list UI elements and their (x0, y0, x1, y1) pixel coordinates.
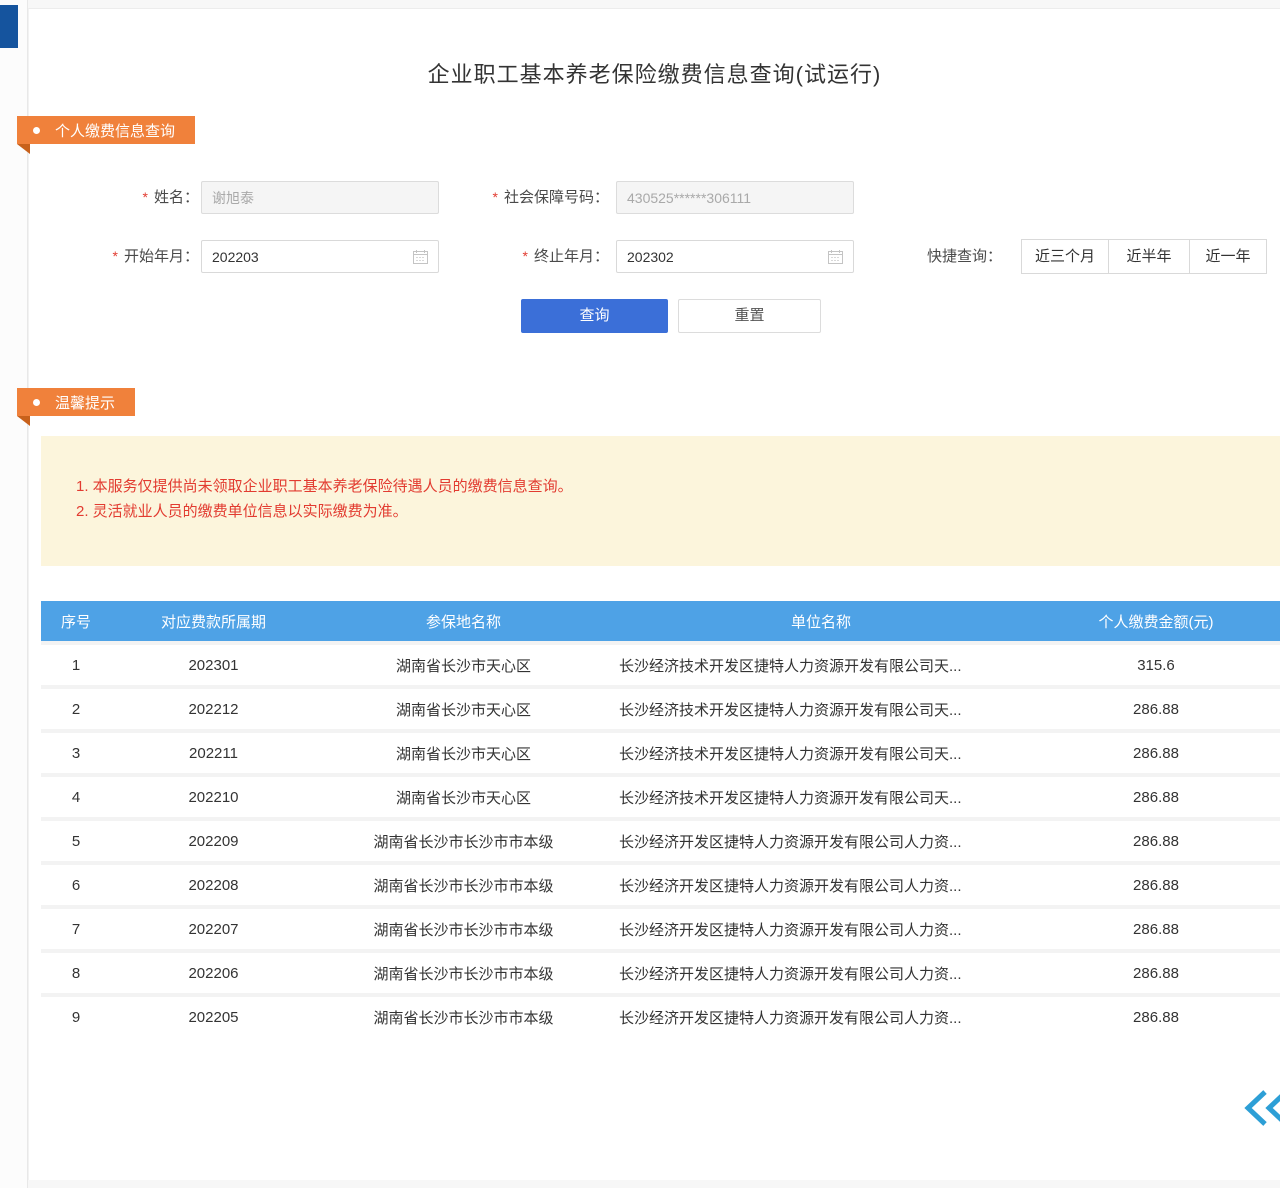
rail-blue-block (0, 5, 18, 48)
bullet-dot-icon (33, 399, 40, 406)
name-label: *姓名： (89, 181, 199, 214)
left-rail (0, 0, 28, 1188)
table-row: 8 202206 湖南省长沙市长沙市市本级 长沙经济开发区捷特人力资源开发有限公… (41, 949, 1280, 993)
table-row: 9 202205 湖南省长沙市长沙市市本级 长沙经济开发区捷特人力资源开发有限公… (41, 993, 1280, 1037)
section-badge-label: 温馨提示 (55, 392, 115, 413)
ssn-label: *社会保障号码： (459, 181, 609, 214)
table-row: 2 202212 湖南省长沙市天心区 长沙经济技术开发区捷特人力资源开发有限公司… (41, 685, 1280, 729)
ribbon-fold (17, 416, 30, 426)
header-place: 参保地名称 (316, 611, 611, 632)
quick-query-label: 快捷查询： (927, 240, 1013, 273)
tip-line: 1. 本服务仅提供尚未领取企业职工基本养老保险待遇人员的缴费信息查询。 (76, 474, 1280, 499)
table-header-row: 序号 对应费款所属期 参保地名称 单位名称 个人缴费金额(元) (41, 601, 1280, 641)
start-month-label: *开始年月： (89, 240, 199, 273)
required-asterisk: * (113, 248, 118, 264)
required-asterisk: * (143, 189, 148, 205)
quick-query-last-year-button[interactable]: 近一年 (1189, 239, 1267, 274)
quick-query-last-3-months-button[interactable]: 近三个月 (1021, 239, 1109, 274)
end-month-label: *终止年月： (499, 240, 609, 273)
page-title: 企业职工基本养老保险缴费信息查询(试运行) (29, 57, 1280, 89)
table-row: 4 202210 湖南省长沙市天心区 长沙经济技术开发区捷特人力资源开发有限公司… (41, 773, 1280, 817)
section-badge-label: 个人缴费信息查询 (55, 120, 175, 141)
tip-line: 2. 灵活就业人员的缴费单位信息以实际缴费为准。 (76, 499, 1280, 524)
required-asterisk: * (493, 189, 498, 205)
quick-query-last-half-year-button[interactable]: 近半年 (1108, 239, 1190, 274)
header-amount: 个人缴费金额(元) (1031, 611, 1280, 632)
name-field (201, 181, 439, 214)
table-row: 5 202209 湖南省长沙市长沙市市本级 长沙经济开发区捷特人力资源开发有限公… (41, 817, 1280, 861)
ribbon-fold (17, 144, 30, 154)
payment-results-table: 序号 对应费款所属期 参保地名称 单位名称 个人缴费金额(元) 1 202301… (41, 601, 1280, 1037)
section-badge-tips: 温馨提示 (17, 388, 135, 416)
header-period: 对应费款所属期 (111, 611, 316, 632)
header-seq: 序号 (41, 611, 111, 632)
quick-query-button-group: 近三个月 近半年 近一年 (1021, 239, 1267, 274)
table-row: 7 202207 湖南省长沙市长沙市市本级 长沙经济开发区捷特人力资源开发有限公… (41, 905, 1280, 949)
calendar-icon[interactable] (413, 250, 428, 264)
required-asterisk: * (523, 248, 528, 264)
query-button[interactable]: 查询 (521, 299, 668, 333)
main-panel: 企业职工基本养老保险缴费信息查询(试运行) 个人缴费信息查询 *姓名： *社会保… (28, 8, 1280, 1180)
reset-button[interactable]: 重置 (678, 299, 821, 333)
bullet-dot-icon (33, 127, 40, 134)
table-row: 1 202301 湖南省长沙市天心区 长沙经济技术开发区捷特人力资源开发有限公司… (41, 641, 1280, 685)
section-badge-personal-payment-query: 个人缴费信息查询 (17, 116, 195, 144)
end-month-field[interactable] (616, 240, 854, 273)
calendar-icon[interactable] (828, 250, 843, 264)
table-row: 6 202208 湖南省长沙市长沙市市本级 长沙经济开发区捷特人力资源开发有限公… (41, 861, 1280, 905)
tips-notice-box: 1. 本服务仅提供尚未领取企业职工基本养老保险待遇人员的缴费信息查询。 2. 灵… (41, 436, 1280, 566)
ssn-field (616, 181, 854, 214)
table-row: 3 202211 湖南省长沙市天心区 长沙经济技术开发区捷特人力资源开发有限公司… (41, 729, 1280, 773)
start-month-field[interactable] (201, 240, 439, 273)
header-company: 单位名称 (611, 611, 1031, 632)
double-left-chevron-icon[interactable] (1244, 1088, 1280, 1128)
